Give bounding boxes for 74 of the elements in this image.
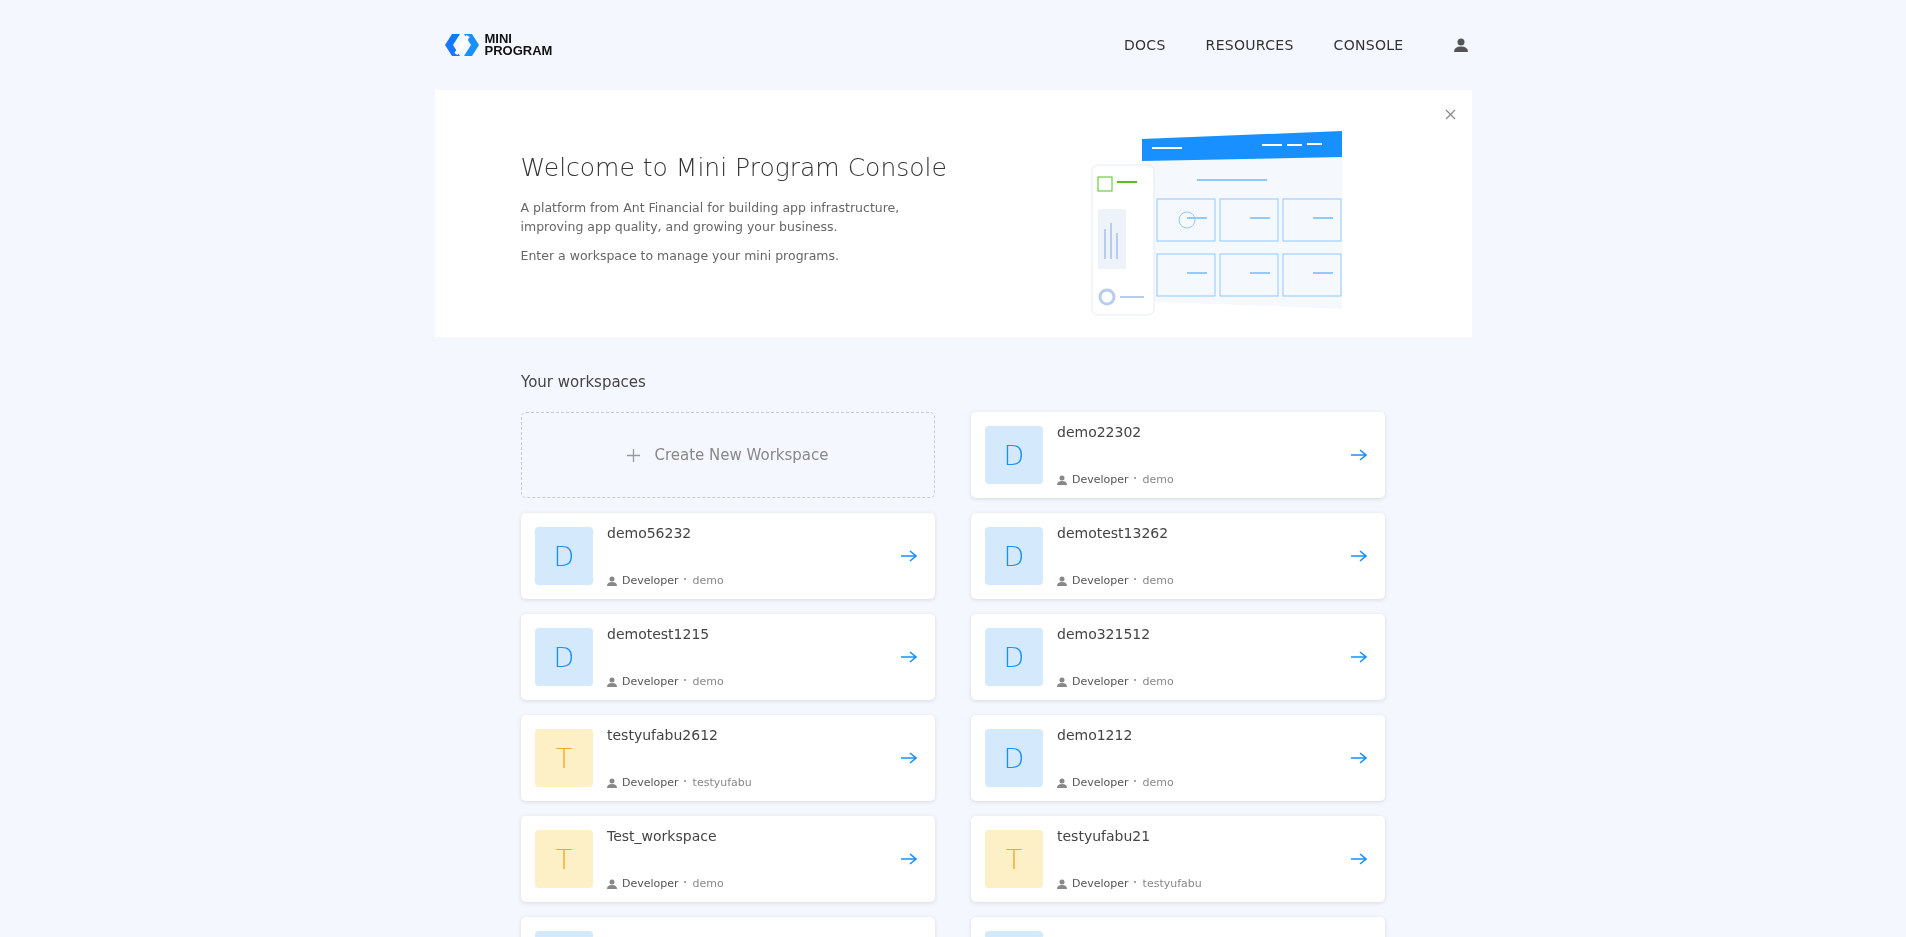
welcome-title: Welcome to Mini Program Console: [520, 152, 948, 182]
arrow-right-icon[interactable]: [901, 853, 917, 865]
workspace-avatar: D: [985, 729, 1043, 787]
workspace-owner: demo: [1142, 776, 1174, 789]
workspace-card[interactable]: D demo22302 Developer demo: [971, 412, 1385, 498]
workspace-avatar: T: [535, 729, 593, 787]
banner-description: Enter a workspace to manage your mini programs.: [520, 246, 841, 265]
person-icon: [1057, 878, 1067, 889]
workspace-owner: testyufabu: [692, 776, 752, 789]
person-icon: [1057, 474, 1067, 485]
workspace-owner: demo: [1142, 574, 1174, 587]
workspace-card[interactable]: D demotest13262 Developer demo: [971, 513, 1385, 599]
user-icon[interactable]: [1453, 38, 1468, 52]
workspace-avatar: D: [985, 527, 1043, 585]
arrow-right-icon[interactable]: [901, 550, 917, 562]
workspace-role: Developer: [1072, 877, 1129, 890]
arrow-right-icon[interactable]: [901, 651, 917, 663]
workspace-avatar: D: [985, 628, 1043, 686]
arrow-right-icon[interactable]: [1351, 449, 1367, 461]
workspace-avatar: D: [535, 527, 593, 585]
workspace-role: Developer: [1072, 675, 1129, 688]
workspace-role: Developer: [622, 776, 679, 789]
person-icon: [607, 676, 617, 687]
arrow-right-icon[interactable]: [901, 752, 917, 764]
workspace-role: Developer: [622, 675, 679, 688]
nav-link[interactable]: CONSOLE: [1333, 37, 1404, 53]
person-icon: [607, 575, 617, 586]
workspace-owner: demo: [692, 877, 724, 890]
workspace-role: Developer: [1072, 473, 1129, 486]
workspace-name: demo22302: [1057, 424, 1143, 440]
person-icon: [1057, 575, 1067, 586]
nav-link[interactable]: DOCS: [1123, 37, 1166, 53]
workspace-name: testyufabu2612: [607, 727, 719, 743]
workspace-card[interactable]: D demotest1215 Developer demo: [521, 614, 935, 700]
person-icon: [1057, 777, 1067, 788]
logo-icon: [442, 31, 481, 59]
workspace-role: Developer: [1072, 776, 1129, 789]
workspace-role: Developer: [1072, 574, 1129, 587]
plus-icon: [627, 448, 641, 462]
workspace-role: Developer: [622, 877, 679, 890]
workspace-name: demotest13262: [1057, 525, 1170, 541]
workspace-card[interactable]: T Test_workspace Developer demo: [521, 816, 935, 902]
workspace-owner: demo: [1142, 675, 1174, 688]
banner-description: A platform from Ant Financial for building app infrastructure, improving app quality, and growing your business.: [520, 198, 901, 236]
arrow-right-icon[interactable]: [1351, 853, 1367, 865]
logo-text: MINI PROGRAM: [484, 33, 553, 57]
person-icon: [607, 878, 617, 889]
workspace-card[interactable]: T testyufabu21 Developer testyufabu: [971, 816, 1385, 902]
workspace-avatar: D: [535, 628, 593, 686]
arrow-right-icon[interactable]: [1351, 651, 1367, 663]
person-icon: [607, 777, 617, 788]
workspace-owner: demo: [692, 675, 724, 688]
workspace-role: Developer: [622, 574, 679, 587]
workspace-owner: testyufabu: [1142, 877, 1202, 890]
workspace-card[interactable]: D demo1212 Developer demo: [971, 715, 1385, 801]
workspace-name: testyufabu21: [1057, 828, 1152, 844]
workspace-card[interactable]: T testyufabu2612 Developer testyufabu: [521, 715, 935, 801]
workspace-avatar: T: [985, 830, 1043, 888]
arrow-right-icon[interactable]: [1351, 752, 1367, 764]
workspace-card[interactable]: D demo321512 Developer demo: [971, 614, 1385, 700]
workspace-name: demo321512: [1057, 626, 1152, 642]
workspace-owner: demo: [1142, 473, 1174, 486]
section-heading: Your workspaces: [521, 373, 647, 391]
workspace-card[interactable]: D demo56232 Developer demo: [521, 513, 935, 599]
workspace-name: Test_workspace: [607, 828, 718, 844]
workspace-name: demo56232: [607, 525, 693, 541]
workspace-name: demo1212: [1057, 727, 1134, 743]
workspace-avatar: T: [535, 830, 593, 888]
arrow-right-icon[interactable]: [1351, 550, 1367, 562]
person-icon: [1057, 676, 1067, 687]
workspace-avatar: D: [985, 426, 1043, 484]
workspace-name: demotest1215: [607, 626, 711, 642]
nav-link[interactable]: RESOURCES: [1205, 37, 1294, 53]
workspace-owner: demo: [692, 574, 724, 587]
